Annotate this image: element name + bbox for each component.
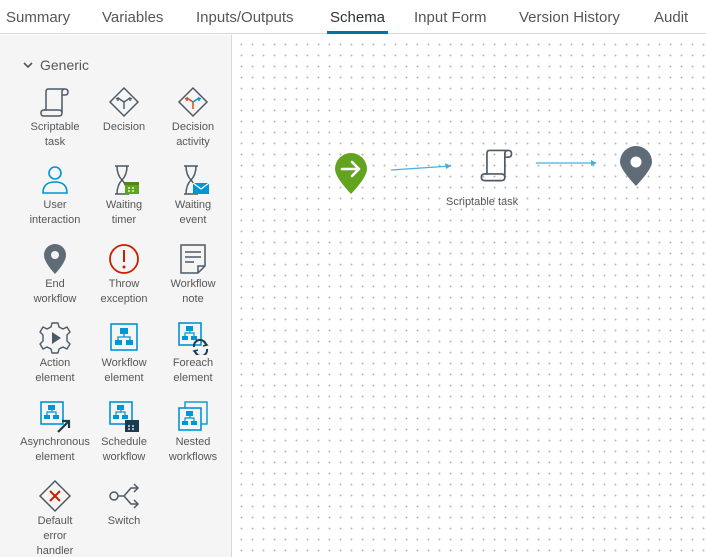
schema-canvas[interactable]: Scriptable task	[233, 35, 706, 557]
palette-item-label: Scriptable task	[30, 121, 80, 148]
palette-item-nested-workflows[interactable]: Nested workflows	[158, 400, 228, 465]
decision-activity-icon	[177, 86, 209, 118]
scriptable-task-node-icon[interactable]	[478, 146, 516, 184]
palette-item-label: Default error handler	[36, 515, 74, 557]
palette-item-label: Throw exception	[100, 278, 148, 305]
tab-schema[interactable]: Schema	[326, 0, 389, 34]
palette-item-label: Asynchronous element	[20, 436, 90, 463]
exclamation-circle-icon	[109, 244, 139, 274]
palette-item-label: End workflow	[33, 278, 77, 305]
palette-item-user-interaction[interactable]: User interaction	[20, 163, 90, 228]
nested-workflows-icon	[178, 401, 208, 431]
palette-item-waiting-timer[interactable]: Waiting timer	[89, 163, 159, 228]
palette-item-foreach-element[interactable]: Foreach element	[158, 321, 228, 386]
palette-item-end-workflow[interactable]: End workflow	[20, 242, 90, 307]
workflow-icon	[110, 323, 138, 351]
group-generic-toggle[interactable]: Generic	[22, 57, 89, 73]
palette-item-workflow-note[interactable]: Workflow note	[158, 242, 228, 307]
start-node-icon[interactable]	[333, 151, 369, 195]
palette-item-scriptable-task[interactable]: Scriptable task	[20, 85, 90, 150]
tab-audit[interactable]: Audit	[654, 0, 688, 34]
group-label: Generic	[40, 57, 90, 73]
palette-item-label: Action element	[35, 357, 75, 384]
chevron-down-icon	[23, 62, 33, 69]
palette-item-label: Schedule workflow	[101, 436, 147, 463]
map-pin-icon	[44, 244, 66, 274]
tab-summary[interactable]: Summary	[6, 0, 70, 34]
switch-icon	[109, 483, 140, 509]
palette-item-label: Nested workflows	[168, 436, 218, 463]
palette-item-label: Workflow note	[170, 278, 216, 305]
element-palette: Generic Scriptable task Decision Decisio…	[0, 35, 232, 557]
palette-item-decision[interactable]: Decision	[89, 85, 159, 135]
hourglass-envelope-icon	[184, 165, 210, 195]
palette-item-default-error-handler[interactable]: Default error handler	[20, 479, 90, 557]
palette-item-waiting-event[interactable]: Waiting event	[158, 163, 228, 228]
palette-item-label: Switch	[107, 515, 141, 527]
user-icon	[42, 166, 68, 194]
tab-version-history[interactable]: Version History	[519, 0, 620, 34]
palette-item-label: Waiting event	[174, 199, 212, 226]
decision-icon	[108, 86, 140, 118]
palette-item-label: Decision activity	[171, 121, 215, 148]
tab-inputs-outputs[interactable]: Inputs/Outputs	[196, 0, 294, 34]
palette-item-label: Workflow element	[101, 357, 147, 384]
palette-item-label: Decision	[102, 121, 146, 133]
palette-item-switch[interactable]: Switch	[89, 479, 159, 529]
palette-item-throw-exception[interactable]: Throw exception	[89, 242, 159, 307]
palette-item-label: User interaction	[29, 199, 81, 226]
scriptable-task-node-label: Scriptable task	[446, 196, 519, 208]
error-diamond-icon	[38, 479, 72, 513]
tab-bar: Summary Variables Inputs/Outputs Schema …	[0, 0, 706, 34]
tab-variables[interactable]: Variables	[102, 0, 163, 34]
hourglass-calendar-icon	[115, 165, 139, 195]
palette-item-asynchronous-element[interactable]: Asynchronous element	[20, 400, 90, 465]
palette-item-label: Foreach element	[172, 357, 214, 384]
workflow-arrow-icon	[40, 401, 71, 433]
palette-item-label: Waiting timer	[105, 199, 143, 226]
palette-item-action-element[interactable]: Action element	[20, 321, 90, 386]
scroll-icon	[40, 88, 69, 117]
note-icon	[180, 244, 206, 274]
workflow-loop-icon	[178, 322, 209, 355]
palette-item-workflow-element[interactable]: Workflow element	[89, 321, 159, 386]
palette-item-decision-activity[interactable]: Decision activity	[158, 85, 228, 150]
tab-input-form[interactable]: Input Form	[414, 0, 487, 34]
workflow-calendar-icon	[109, 401, 139, 432]
palette-item-schedule-workflow[interactable]: Schedule workflow	[89, 400, 159, 465]
end-node-map-pin-icon[interactable]	[618, 145, 654, 187]
gear-play-icon	[39, 322, 71, 354]
